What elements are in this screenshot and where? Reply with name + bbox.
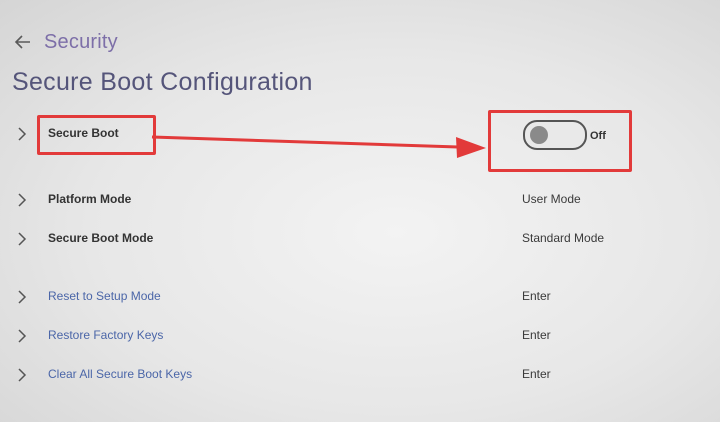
back-arrow-icon (14, 35, 30, 49)
enter-action[interactable]: Enter (522, 289, 551, 303)
annotation-box-secure-boot (37, 115, 156, 155)
back-button[interactable] (8, 27, 38, 57)
chevron-right-icon[interactable] (17, 290, 27, 304)
setting-row-reset-setup-mode[interactable]: Reset to Setup Mode Enter (0, 280, 720, 314)
setting-row-clear-all-keys[interactable]: Clear All Secure Boot Keys Enter (0, 358, 720, 392)
enter-action[interactable]: Enter (522, 328, 551, 342)
page-title: Secure Boot Configuration (12, 68, 313, 96)
chevron-right-icon[interactable] (17, 127, 27, 141)
breadcrumb[interactable]: Security (44, 31, 118, 54)
setting-value: Standard Mode (522, 231, 605, 245)
setting-value: User Mode (522, 192, 581, 206)
chevron-right-icon[interactable] (17, 193, 27, 207)
setting-label: Secure Boot Mode (48, 231, 154, 245)
enter-action[interactable]: Enter (522, 367, 551, 381)
chevron-right-icon[interactable] (17, 329, 27, 343)
setting-label: Platform Mode (48, 192, 132, 206)
annotation-box-toggle (488, 110, 632, 172)
chevron-right-icon[interactable] (17, 232, 27, 246)
chevron-right-icon[interactable] (17, 368, 27, 382)
restore-factory-keys-link[interactable]: Restore Factory Keys (48, 328, 163, 342)
reset-setup-mode-link[interactable]: Reset to Setup Mode (48, 289, 161, 303)
setting-row-secure-boot-mode[interactable]: Secure Boot Mode Standard Mode (0, 222, 720, 256)
setting-row-platform-mode[interactable]: Platform Mode User Mode (0, 183, 720, 217)
clear-all-keys-link[interactable]: Clear All Secure Boot Keys (48, 367, 192, 381)
setting-row-restore-factory-keys[interactable]: Restore Factory Keys Enter (0, 319, 720, 353)
top-bar: Security (8, 26, 118, 58)
